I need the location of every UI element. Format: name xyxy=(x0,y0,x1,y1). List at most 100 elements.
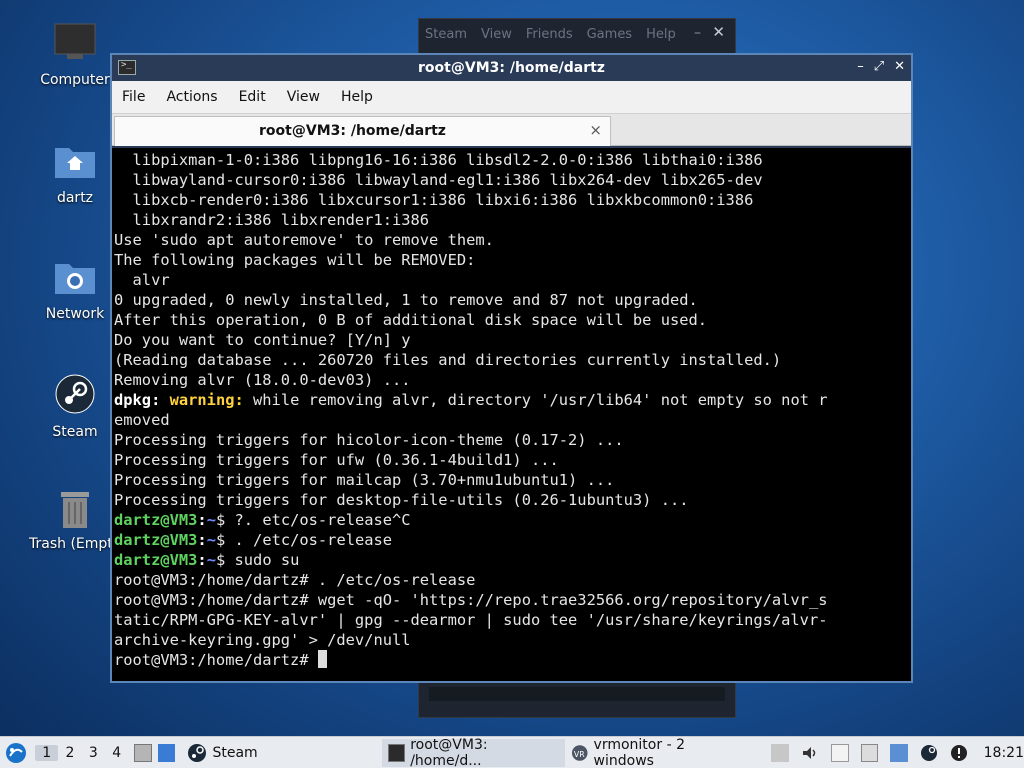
show-desktop-icon[interactable] xyxy=(157,743,176,762)
steam-menu-steam[interactable]: Steam xyxy=(425,27,467,42)
notification-icon[interactable] xyxy=(890,743,908,762)
terminal-line: Processing triggers for hicolor-icon-the… xyxy=(114,431,624,449)
terminal-line: Do you want to continue? [Y/n] y xyxy=(114,331,411,349)
workspace-1[interactable]: 1 xyxy=(35,744,59,761)
home-folder-icon xyxy=(55,148,95,178)
clipboard-icon[interactable] xyxy=(830,743,849,762)
prompt-path: ~ xyxy=(206,511,216,529)
network-folder-icon xyxy=(55,264,95,294)
terminal-line: libpixman-1-0:i386 libpng16-16:i386 libs… xyxy=(114,151,763,169)
desktop-icon-label: Trash (Empty) xyxy=(29,536,110,552)
task-terminal[interactable]: root@VM3: /home/d... xyxy=(381,736,566,768)
workspace-3[interactable]: 3 xyxy=(82,745,105,761)
terminal-line: libxrandr2:i386 libxrender1:i386 xyxy=(114,211,430,229)
steam-footer-bar xyxy=(429,687,725,701)
prompt-user: dartz@VM3 xyxy=(114,531,198,549)
vr-task-icon: VR xyxy=(572,744,588,761)
prompt-symbol: $ xyxy=(215,531,235,549)
alert-icon[interactable] xyxy=(950,744,968,762)
prompt-colon: : xyxy=(197,531,207,549)
prompt-command: ?. etc/os-release^C xyxy=(234,511,411,529)
steam-close-button[interactable]: ✕ xyxy=(712,23,725,41)
menu-help[interactable]: Help xyxy=(341,89,373,105)
terminal-line: Processing triggers for desktop-file-uti… xyxy=(114,491,689,509)
terminal-line: 0 upgraded, 0 newly installed, 1 to remo… xyxy=(114,291,698,309)
steam-task-icon xyxy=(188,743,207,762)
warning-label: warning: xyxy=(169,391,254,409)
terminal-line-warning: dpkg: warning: while removing alvr, dire… xyxy=(114,390,909,410)
lubuntu-logo-icon xyxy=(6,742,26,763)
steam-menubar: Steam View Friends Games Help xyxy=(425,27,690,42)
task-vrmonitor[interactable]: VR vrmonitor - 2 windows xyxy=(565,736,751,768)
prompt-path: ~ xyxy=(206,531,216,549)
steam-tray-icon[interactable] xyxy=(920,744,938,762)
restore-button[interactable]: ⤢ xyxy=(874,59,884,74)
prompt-symbol: $ xyxy=(215,511,235,529)
terminal-line: tatic/RPM-GPG-KEY-alvr' | gpg --dearmor … xyxy=(114,611,828,629)
network-tray-icon[interactable] xyxy=(860,743,879,762)
prompt-user: dartz@VM3 xyxy=(114,511,198,529)
task-label: Steam xyxy=(212,744,258,761)
svg-text:VR: VR xyxy=(574,749,585,758)
minimize-button[interactable]: – xyxy=(857,59,864,74)
terminal-line: Removing alvr (18.0.0-dev03) ... xyxy=(114,371,411,389)
app-menu-button[interactable] xyxy=(5,742,27,764)
terminal-current-line[interactable]: root@VM3:/home/dartz# xyxy=(114,650,909,670)
menu-edit[interactable]: Edit xyxy=(239,89,266,105)
prompt-colon: : xyxy=(197,511,207,529)
terminal-tabbar: root@VM3: /home/dartz × xyxy=(112,114,911,146)
computer-icon xyxy=(54,23,96,59)
terminal-line: (Reading database ... 260720 files and d… xyxy=(114,351,782,369)
terminal-line: root@VM3:/home/dartz# . /etc/os-release xyxy=(114,571,476,589)
menu-actions[interactable]: Actions xyxy=(166,89,217,105)
prompt-path: ~ xyxy=(206,551,216,569)
close-button[interactable]: ✕ xyxy=(894,59,905,74)
prompt-command: sudo su xyxy=(234,551,300,569)
steam-minimize-button[interactable]: – xyxy=(694,25,701,41)
terminal-line: Processing triggers for ufw (0.36.1-4bui… xyxy=(114,451,559,469)
prompt-symbol: $ xyxy=(215,551,235,569)
trash-icon xyxy=(61,492,89,528)
steam-menu-friends[interactable]: Friends xyxy=(526,27,573,42)
desktop-icon-trash[interactable]: Trash (Empty) xyxy=(20,490,110,552)
terminal-output[interactable]: libpixman-1-0:i386 libpng16-16:i386 libs… xyxy=(112,148,911,681)
terminal-line: Use 'sudo apt autoremove' to remove them… xyxy=(114,231,494,249)
terminal-line: After this operation, 0 B of additional … xyxy=(114,311,708,329)
text-cursor xyxy=(317,650,327,668)
files-launcher-icon[interactable] xyxy=(134,743,152,762)
terminal-prompt-line: dartz@VM3:~$ . /etc/os-release xyxy=(114,530,909,550)
terminal-menubar: File Actions Edit View Help xyxy=(112,81,911,114)
taskbar: 1 2 3 4 Steam root@VM3: /home/d... VR vr… xyxy=(0,736,1024,768)
root-prompt: root@VM3:/home/dartz# xyxy=(114,651,318,669)
menu-view[interactable]: View xyxy=(287,89,320,105)
task-label: vrmonitor - 2 windows xyxy=(593,736,685,768)
terminal-window[interactable]: root@VM3: /home/dartz – ⤢ ✕ File Actions… xyxy=(110,53,913,683)
terminal-line: Processing triggers for mailcap (3.70+nm… xyxy=(114,471,615,489)
tab-close-icon[interactable]: × xyxy=(589,121,602,139)
warning-text: while removing alvr, directory '/usr/lib… xyxy=(253,391,828,409)
terminal-line: root@VM3:/home/dartz# wget -qO- 'https:/… xyxy=(114,591,828,609)
task-label: root@VM3: /home/d... xyxy=(410,736,488,768)
terminal-line: emoved xyxy=(114,411,170,429)
workspace-2[interactable]: 2 xyxy=(58,745,81,761)
steam-menu-games[interactable]: Games xyxy=(587,27,632,42)
steam-menu-view[interactable]: View xyxy=(481,27,512,42)
terminal-titlebar[interactable]: root@VM3: /home/dartz – ⤢ ✕ xyxy=(112,55,911,81)
clock[interactable]: 18:21 xyxy=(984,745,1024,761)
terminal-task-icon xyxy=(387,743,406,762)
terminal-line: alvr xyxy=(114,271,170,289)
terminal-line: archive-keyring.gpg' > /dev/null xyxy=(114,631,411,649)
steam-menu-help[interactable]: Help xyxy=(646,27,676,42)
keyboard-layout-icon[interactable] xyxy=(771,743,789,762)
prompt-colon: : xyxy=(197,551,207,569)
volume-icon[interactable] xyxy=(801,744,819,762)
tab-title: root@VM3: /home/dartz xyxy=(259,123,446,139)
menu-file[interactable]: File xyxy=(122,89,145,105)
task-steam[interactable]: Steam xyxy=(181,739,263,767)
window-title: root@VM3: /home/dartz xyxy=(418,60,605,76)
workspace-4[interactable]: 4 xyxy=(105,745,128,761)
terminal-prompt-line: dartz@VM3:~$ ?. etc/os-release^C xyxy=(114,510,909,530)
terminal-tab[interactable]: root@VM3: /home/dartz × xyxy=(114,116,611,146)
terminal-line: libwayland-cursor0:i386 libwayland-egl1:… xyxy=(114,171,763,189)
terminal-line: libxcb-render0:i386 libxcursor1:i386 lib… xyxy=(114,191,754,209)
